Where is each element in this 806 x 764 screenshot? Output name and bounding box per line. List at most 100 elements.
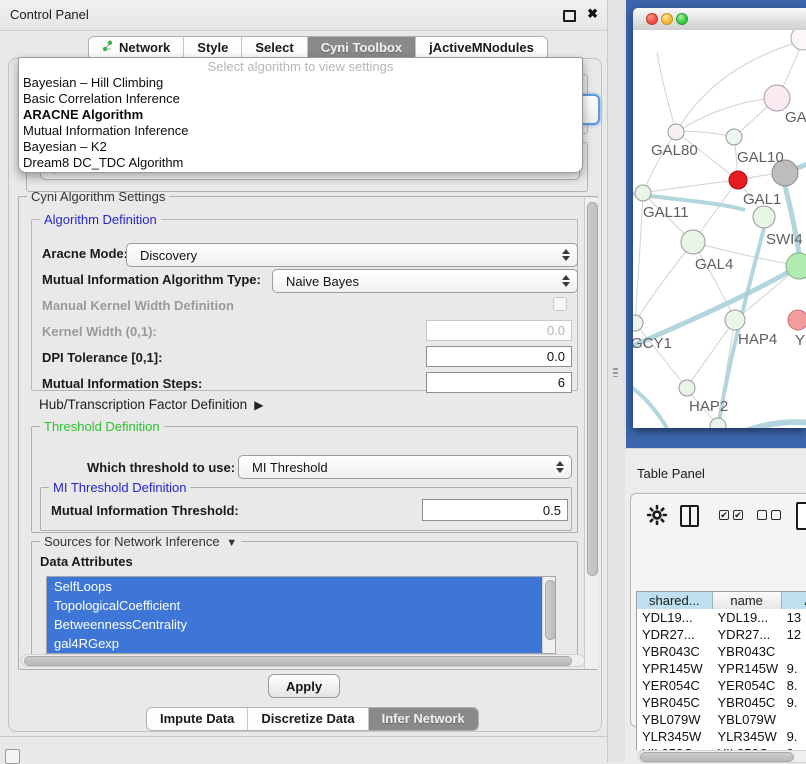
mi-threshold-field[interactable]: 0.5 [422,499,568,521]
table-row[interactable]: YBL079WYBL079W [637,711,806,728]
columns-icon[interactable] [680,505,699,527]
table-cell[interactable] [782,643,806,660]
scrollbar-thumb[interactable] [545,580,556,640]
checkbox-checked-pair-icon[interactable]: ✔ ✔ [719,510,743,520]
table-row[interactable]: YPR145WYPR145W9. [637,660,806,677]
hub-definition-toggle[interactable]: Hub/Transcription Factor Definition ▶ [39,397,263,412]
table-row[interactable]: YER054CYER054C8. [637,677,806,694]
table-cell[interactable]: 9. [782,694,806,711]
settings-horizontal-scrollbar[interactable] [21,654,585,667]
table-cell[interactable]: 8. [782,677,806,694]
checkbox-unchecked-pair-icon[interactable] [757,510,781,520]
tab-label: Style [197,37,228,59]
node-gal80[interactable] [668,124,684,140]
table-cell[interactable]: 9. [782,728,806,745]
float-icon[interactable] [563,10,576,22]
attribute-list-item[interactable]: TopologicalCoefficient [47,596,555,615]
apply-button[interactable]: Apply [268,674,340,698]
algorithm-option[interactable]: Bayesian – K2 [19,139,582,155]
table-cell[interactable]: YER054C [713,677,782,694]
scrollbar-thumb[interactable] [587,202,598,576]
table-cell[interactable]: YLR345W [637,728,713,745]
node-gal-top[interactable] [764,85,790,111]
which-threshold-combo[interactable]: MI Threshold [238,455,572,479]
node-gal10[interactable] [726,129,742,145]
node-gal11[interactable] [635,185,651,201]
attribute-list-item[interactable]: BetweennessCentrality [47,615,555,634]
algorithm-option[interactable]: ARACNE Algorithm [19,107,582,123]
node-pink-right[interactable] [788,310,806,330]
table-row[interactable]: YLR345WYLR345W9. [637,728,806,745]
table-cell[interactable]: 9. [782,660,806,677]
table-row[interactable]: YDR27...YDR27...12 [637,626,806,643]
node-swi4-small[interactable] [753,206,775,228]
tab-jactivemnodules[interactable]: jActiveMNodules [416,37,547,59]
algorithm-option[interactable]: Bayesian – Hill Climbing [19,75,582,91]
algorithm-option[interactable]: Basic Correlation Inference [19,91,582,107]
document-icon[interactable] [796,502,806,530]
table-cell[interactable]: 12 [782,626,806,643]
tab-infer-network[interactable]: Infer Network [369,708,478,730]
scrollbar-thumb[interactable] [640,752,794,762]
network-canvas[interactable]: GALGAL80GAL10GAL1GAL11SWI4GAL4GCY1HAP4YH… [633,30,806,428]
table-cell[interactable]: YBR043C [637,643,713,660]
dpi-tolerance-field[interactable]: 0.0 [426,346,572,367]
node-partial-top[interactable] [791,30,806,50]
table-cell[interactable]: YDR27... [637,626,713,643]
table-cell[interactable]: 13 [782,609,806,626]
table-row[interactable]: YDL19...YDL19...13 [637,609,806,626]
zoom-traffic-light-icon[interactable] [676,13,688,25]
settings-vertical-scrollbar[interactable] [584,198,598,669]
mi-algo-type-combo[interactable]: Naive Bayes [272,269,578,293]
table-header-cell[interactable]: A [782,592,806,609]
tab-cyni-toolbox[interactable]: Cyni Toolbox [308,37,416,59]
node-hap4[interactable] [725,310,745,330]
table-cell[interactable]: YBR043C [713,643,782,660]
sources-title[interactable]: Sources for Network Inference ▼ [40,534,241,549]
mi-steps-field[interactable]: 6 [426,372,572,393]
table-cell[interactable]: YPR145W [713,660,782,677]
network-window-titlebar[interactable] [633,8,806,31]
close-icon[interactable]: ✖ [587,6,598,22]
attribute-list-scrollbar[interactable] [542,577,555,653]
table-cell[interactable] [782,711,806,728]
table-cell[interactable]: YBR045C [637,694,713,711]
table-header-cell[interactable]: shared... [637,592,713,609]
table-row[interactable]: YBR045CYBR045C9. [637,694,806,711]
tab-impute-data[interactable]: Impute Data [147,708,248,730]
table-cell[interactable]: YER054C [637,677,713,694]
table-cell[interactable]: YBR045C [713,694,782,711]
node-gal4[interactable] [681,230,705,254]
attribute-list-item[interactable]: gal4RGexp [47,634,555,653]
node-gal1[interactable] [729,171,747,189]
panel-splitter[interactable] [607,0,626,762]
aracne-mode-combo[interactable]: Discovery [126,243,578,267]
tab-network[interactable]: Network [89,37,184,59]
data-attributes-label: Data Attributes [40,554,133,569]
tab-discretize-data[interactable]: Discretize Data [248,708,368,730]
algorithm-option[interactable]: Dream8 DC_TDC Algorithm [19,155,582,171]
scrollbar-thumb[interactable] [24,656,572,666]
gear-icon[interactable] [646,504,668,526]
table-cell[interactable]: YDR27... [713,626,782,643]
table-header-cell[interactable]: name [713,592,782,609]
tab-style[interactable]: Style [184,37,242,59]
node-hap2[interactable] [679,380,695,396]
table-cell[interactable]: YLR345W [713,728,782,745]
table-cell[interactable]: YPR145W [637,660,713,677]
splitter-grip-icon[interactable] [613,368,618,377]
table-cell[interactable]: YDL19... [637,609,713,626]
table-row[interactable]: YBR043CYBR043C [637,643,806,660]
table-cell[interactable]: YBL079W [713,711,782,728]
table-cell[interactable]: YBL079W [637,711,713,728]
minimize-traffic-light-icon[interactable] [661,13,673,25]
node-gcy1[interactable] [633,315,643,331]
algorithm-option[interactable]: Mutual Information Inference [19,123,582,139]
table-cell[interactable]: YDL19... [713,609,782,626]
tab-select[interactable]: Select [242,37,307,59]
data-attributes-list[interactable]: SelfLoopsTopologicalCoefficientBetweenne… [46,576,556,654]
attribute-list-item[interactable]: SelfLoops [47,577,555,596]
close-traffic-light-icon[interactable] [646,13,658,25]
table-horizontal-scrollbar[interactable] [638,750,806,763]
table-panel: Table Panel [625,448,806,763]
